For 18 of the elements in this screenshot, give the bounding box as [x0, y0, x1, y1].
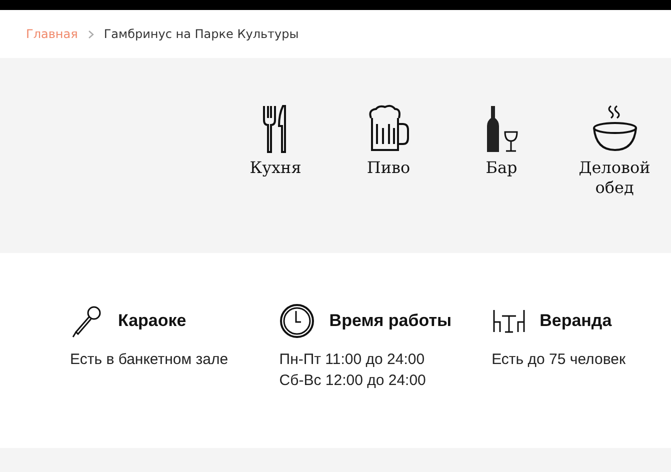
clock-icon — [279, 303, 316, 339]
feature-text: Пн-Пт 11:00 до 24:00 — [279, 351, 426, 368]
table-chairs-icon — [492, 308, 526, 334]
feature-title: Караоке — [118, 311, 186, 331]
chevron-right-icon — [88, 30, 94, 38]
category-label[interactable]: Бар — [462, 158, 542, 178]
feature-text: Есть до 75 человек — [492, 351, 627, 368]
feature-title: Веранда — [540, 311, 612, 331]
category-label[interactable]: Кухня — [236, 158, 316, 178]
category-label[interactable]: Деловой обед — [574, 158, 654, 198]
breadcrumb-current: Гамбринус на Парке Культуры — [104, 27, 299, 41]
feature-text: Сб-Вс 12:00 до 24:00 — [279, 372, 427, 389]
category-label[interactable]: Пиво — [348, 158, 428, 178]
feature-title: Время работы — [329, 311, 452, 331]
feature-text: Есть в банкетном зале — [70, 351, 230, 368]
beer-mug-icon — [366, 104, 410, 154]
soup-bowl-icon — [590, 104, 638, 154]
wine-bottle-glass-icon — [484, 104, 518, 154]
